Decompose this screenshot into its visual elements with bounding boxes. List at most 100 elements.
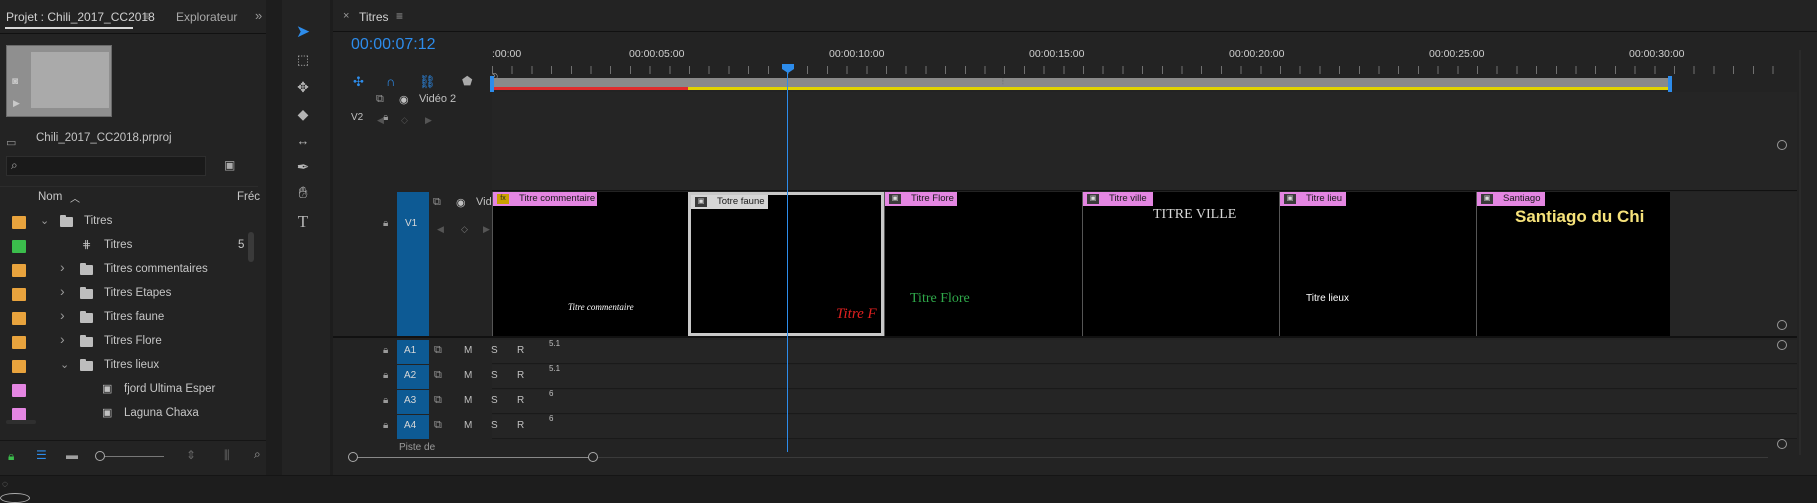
tab-project[interactable]: Projet : Chili_2017_CC2018 <box>6 10 155 24</box>
audio-track-lane[interactable] <box>492 340 1797 364</box>
label-color-swatch[interactable] <box>12 384 26 397</box>
snap-magnet-icon[interactable]: ∩ <box>386 74 395 89</box>
timeline-zoom-scrollbar[interactable] <box>348 452 1788 462</box>
horizontal-scrollbar[interactable] <box>6 420 36 424</box>
mute-button[interactable]: M <box>464 370 472 381</box>
zoom-slider-handle[interactable] <box>95 451 105 461</box>
column-name[interactable]: Nom <box>38 191 62 203</box>
linked-selection-icon[interactable]: ⛓︎ <box>419 74 436 90</box>
next-keyframe-icon[interactable]: ▶ <box>483 224 490 235</box>
toggle-sync-lock-icon[interactable]: ⧉ <box>434 344 442 357</box>
selection-tool-icon[interactable]: ➤ <box>288 20 318 44</box>
new-bin-icon[interactable]: ▣ <box>224 158 235 172</box>
vertical-zoom-handle[interactable] <box>1777 439 1787 449</box>
hamburger-menu-icon[interactable]: ≡ <box>143 9 150 23</box>
clip-titre-lieu[interactable]: ▣ Titre lieu Titre lieux <box>1279 192 1476 336</box>
hamburger-menu-icon[interactable]: ≡ <box>396 9 403 23</box>
clip-santiago[interactable]: ▣ Santiago Santiago du Chi <box>1476 192 1670 336</box>
tab-explorateur[interactable]: Explorateur <box>176 10 237 24</box>
work-area-in-handle[interactable] <box>490 76 494 92</box>
project-item[interactable]: ▣ fjord Ultima Esper <box>0 378 258 402</box>
time-ruler[interactable]: :00:00 00:00:05:00 00:00:10:00 00:00:15:00 0… <box>492 44 1782 82</box>
audio-source-patch[interactable]: A4 <box>397 415 429 439</box>
lock-icon[interactable]: 🔒︎ <box>383 345 388 356</box>
label-color-swatch[interactable] <box>12 336 26 349</box>
icon-view-icon[interactable]: ▬ <box>66 448 78 462</box>
project-item[interactable]: › Titres Etapes <box>0 282 258 306</box>
project-item[interactable]: › Titres commentaires <box>0 258 258 282</box>
label-color-swatch[interactable] <box>12 264 26 277</box>
type-tool-icon[interactable]: T <box>288 210 318 234</box>
zoom-slider[interactable] <box>96 456 164 457</box>
vertical-zoom-handle[interactable] <box>1777 340 1787 350</box>
prev-keyframe-icon[interactable]: ◀ <box>377 115 384 126</box>
ripple-edit-tool-icon[interactable]: ✥ <box>288 75 318 99</box>
search-input[interactable]: ⌕ <box>6 156 206 176</box>
zoom-thumb[interactable] <box>351 457 591 458</box>
v2-track-lane[interactable] <box>492 92 1797 190</box>
solo-button[interactable]: S <box>491 370 498 381</box>
close-icon[interactable]: × <box>343 10 349 22</box>
vertical-scrollbar[interactable] <box>1799 50 1801 455</box>
chevron-right-icon[interactable]: › <box>60 283 65 299</box>
audio-track-lane[interactable] <box>492 390 1797 414</box>
keyframe-icon[interactable]: ◇ <box>401 115 408 126</box>
audio-track-lane[interactable] <box>492 415 1797 439</box>
chevron-right-icon[interactable]: › <box>60 307 65 323</box>
sort-icons-icon[interactable]: ⇕ <box>186 448 196 462</box>
v1-track-lane-empty[interactable] <box>1670 192 1797 336</box>
solo-button[interactable]: S <box>491 420 498 431</box>
clip-titre-ville[interactable]: ▣ Titre ville TITRE VILLE <box>1082 192 1279 336</box>
list-view-icon[interactable]: ☰ <box>36 448 47 462</box>
label-color-swatch[interactable] <box>12 312 26 325</box>
project-item[interactable]: › Titres Flore <box>0 330 258 354</box>
mute-button[interactable]: M <box>464 395 472 406</box>
solo-button[interactable]: S <box>491 395 498 406</box>
razor-tool-icon[interactable]: ◆ <box>288 102 318 126</box>
record-button[interactable]: R <box>517 420 524 431</box>
add-marker-icon[interactable]: ⬟ <box>462 74 472 88</box>
slip-tool-icon[interactable]: ↔ <box>288 128 318 152</box>
lock-icon[interactable]: 🔒︎ <box>8 449 14 464</box>
chevron-down-icon[interactable]: ⌄ <box>40 214 49 227</box>
pen-tool-icon[interactable]: ✒ <box>288 155 318 179</box>
work-area-out-handle[interactable] <box>1668 76 1672 92</box>
next-keyframe-icon[interactable]: ▶ <box>425 115 432 126</box>
nest-icon[interactable]: ✣ <box>353 74 364 90</box>
mute-button[interactable]: M <box>464 345 472 356</box>
clip-totre-faune[interactable]: ▣ Totre faune Titre F <box>688 192 884 336</box>
label-color-swatch[interactable] <box>12 240 26 253</box>
lock-icon[interactable]: 🔒︎ <box>383 370 388 381</box>
lock-icon[interactable]: 🔒︎ <box>383 420 388 431</box>
lock-icon[interactable]: 🔒︎ <box>383 218 388 229</box>
audio-track-lane[interactable] <box>492 365 1797 389</box>
toggle-sync-lock-icon[interactable]: ⧉ <box>376 93 384 106</box>
toggle-sync-lock-icon[interactable]: ⧉ <box>434 394 442 407</box>
record-button[interactable]: R <box>517 370 524 381</box>
tab-titres[interactable]: Titres <box>359 10 389 24</box>
project-scrollbar[interactable] <box>248 232 254 262</box>
toggle-sync-lock-icon[interactable]: ⧉ <box>434 419 442 432</box>
v1-source-patch[interactable]: V1 <box>397 192 429 336</box>
vertical-zoom-handle[interactable] <box>1777 140 1787 150</box>
work-area-grip-icon[interactable]: ⦙ <box>1002 77 1004 87</box>
hand-tool-icon[interactable]: ✋︎ <box>288 182 318 206</box>
audio-source-patch[interactable]: A1 <box>397 340 429 364</box>
project-item[interactable]: ⌄ Titres <box>0 210 258 234</box>
v2-track-id[interactable]: V2 <box>351 112 363 123</box>
chevron-down-icon[interactable]: ⌄ <box>60 358 69 371</box>
project-item[interactable]: ▣ Laguna Chaxa <box>0 402 258 426</box>
lock-icon[interactable]: 🔒︎ <box>383 395 388 406</box>
project-item[interactable]: ⋕ Titres 5 <box>0 234 258 258</box>
project-item[interactable]: › Titres faune <box>0 306 258 330</box>
zoom-start-handle[interactable] <box>348 452 358 462</box>
double-chevron-right-icon[interactable]: » <box>255 8 262 23</box>
mute-button[interactable]: M <box>464 420 472 431</box>
toggle-sync-lock-icon[interactable]: ⧉ <box>433 196 441 209</box>
eye-icon[interactable]: ◉ <box>399 93 409 106</box>
prev-keyframe-icon[interactable]: ◀ <box>437 224 444 235</box>
zoom-end-handle[interactable] <box>588 452 598 462</box>
label-color-swatch[interactable] <box>12 288 26 301</box>
label-color-swatch[interactable] <box>12 216 26 229</box>
project-item[interactable]: ⌄ Titres lieux <box>0 354 258 378</box>
